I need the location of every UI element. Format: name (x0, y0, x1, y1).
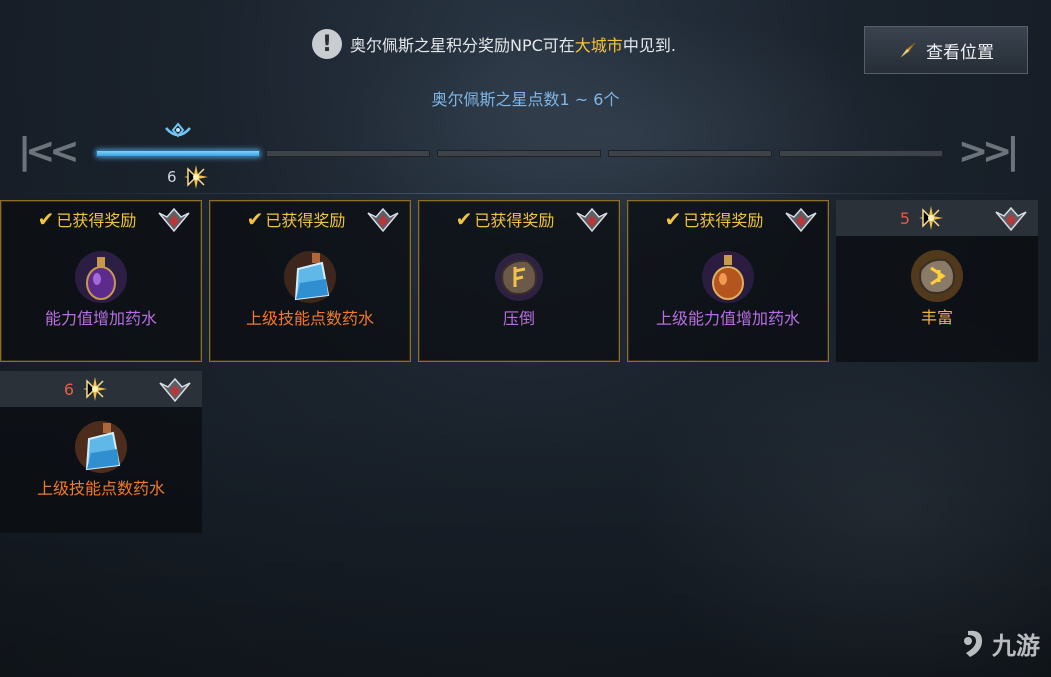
first-page-icon[interactable]: |<< (18, 133, 79, 171)
reward-card[interactable]: ✔ 已获得奖励 能力值增加药水 (0, 200, 202, 362)
checkmark-icon: ✔ (664, 207, 682, 231)
reward-name: 丰富 (920, 308, 953, 327)
exclamation-icon: ! (312, 29, 342, 59)
purple-potion-icon (75, 251, 127, 303)
point-range-title: 奥尔佩斯之星点数1 ~ 6个 (431, 90, 620, 109)
rank-badge-icon (159, 377, 191, 403)
checkmark-icon: ✔ (455, 207, 473, 231)
reward-name: 压倒 (502, 309, 535, 328)
reward-name: 上级技能点数药水 (245, 309, 374, 328)
rank-badge-icon (576, 207, 608, 233)
reward-obtained-label: ✔ 已获得奖励 (246, 207, 346, 231)
view-location-label: 查看位置 (926, 42, 994, 63)
orange-potion-icon (702, 251, 754, 303)
rank-badge-icon (367, 207, 399, 233)
notice-highlight: 大城市 (574, 36, 623, 55)
reward-name: 上级能力值增加药水 (655, 309, 800, 328)
reward-name: 上级技能点数药水 (36, 479, 165, 498)
rank-badge-icon (785, 207, 817, 233)
view-location-button[interactable]: 查看位置 (864, 26, 1028, 74)
gold-rune-stone-icon (911, 250, 963, 302)
rune-stone-icon (495, 253, 543, 301)
progress-segment[interactable] (266, 150, 430, 157)
reward-card[interactable]: ✔ 已获得奖励 上级能力值增加药水 (627, 200, 829, 362)
reward-obtained-label: ✔ 已获得奖励 (455, 207, 555, 231)
progress-segment[interactable] (437, 150, 601, 157)
star-point-icon (183, 165, 208, 189)
reward-cost: 6 (64, 376, 108, 402)
reward-name: 能力值增加药水 (44, 309, 157, 328)
stage-marker-icon (165, 122, 191, 138)
progress-segment[interactable] (608, 150, 772, 157)
reward-card[interactable]: 6 上级技能点数药水 (0, 371, 202, 533)
progress-segment[interactable] (779, 150, 943, 157)
rank-badge-icon (158, 207, 190, 233)
star-point-icon (83, 377, 108, 401)
nine-game-logo-icon (964, 630, 982, 657)
reward-obtained-label: ✔ 已获得奖励 (37, 207, 137, 231)
reward-obtained-label: ✔ 已获得奖励 (664, 207, 764, 231)
rank-badge-icon (995, 206, 1027, 232)
blue-flask-icon (284, 251, 336, 303)
watermark: 九游 (958, 626, 1040, 661)
divider (0, 193, 1051, 194)
notice-bar: ! 奥尔佩斯之星积分奖励NPC可在大城市中见到. (312, 28, 676, 60)
compass-needle-icon (900, 42, 916, 58)
reward-card[interactable]: ✔ 已获得奖励 上级技能点数药水 (209, 200, 411, 362)
checkmark-icon: ✔ (246, 207, 264, 231)
checkmark-icon: ✔ (37, 207, 55, 231)
progress-segment[interactable] (96, 150, 260, 157)
reward-card[interactable]: 5 丰富 (836, 200, 1038, 362)
star-point-icon (919, 206, 944, 230)
reward-card[interactable]: ✔ 已获得奖励 压倒 (418, 200, 620, 362)
reward-cost: 5 (900, 205, 944, 231)
stage-count: 6 (167, 164, 209, 190)
last-page-icon[interactable]: >>| (958, 133, 1019, 171)
blue-flask-icon (75, 421, 127, 473)
notice-text: 奥尔佩斯之星积分奖励NPC可在大城市中见到. (350, 36, 676, 55)
